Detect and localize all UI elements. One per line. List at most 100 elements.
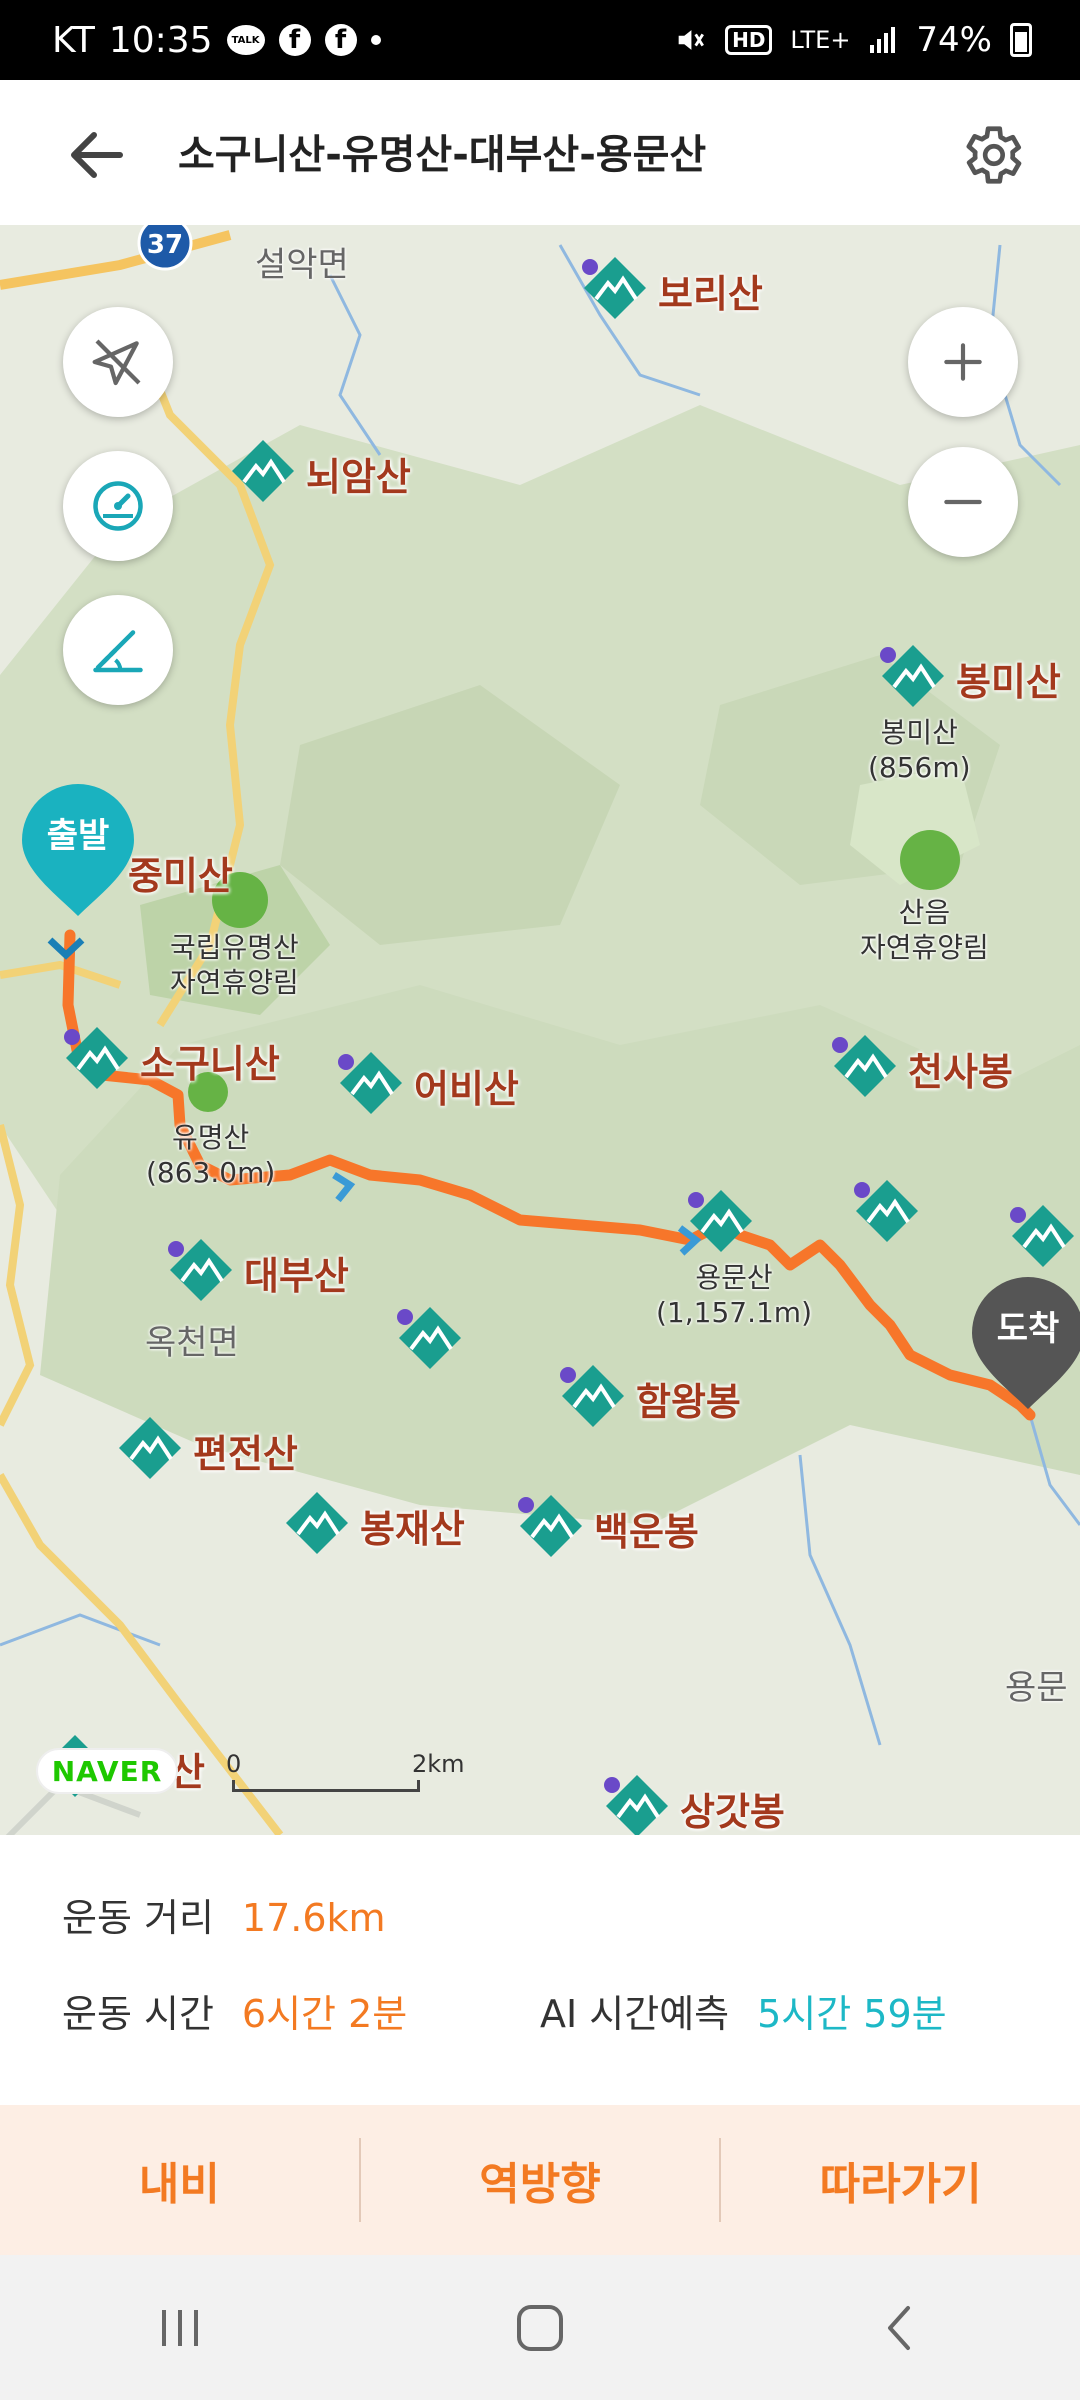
mountain-icon bbox=[62, 1025, 132, 1095]
start-marker-label: 출발 bbox=[46, 816, 110, 856]
reverse-button[interactable]: 역방향 bbox=[361, 2105, 720, 2255]
map-scale: 0 2km bbox=[222, 1750, 472, 1800]
back-button[interactable] bbox=[62, 120, 132, 190]
home-icon bbox=[517, 2304, 563, 2351]
time-row: 운동 시간 6시간 2분 bbox=[62, 1983, 407, 2038]
system-back-button[interactable] bbox=[840, 2278, 960, 2378]
mountain-icon bbox=[558, 1363, 628, 1433]
peak-label: 편전산 bbox=[193, 1431, 298, 1476]
end-marker[interactable]: 도착 bbox=[968, 1273, 1080, 1413]
start-marker[interactable]: 출발 bbox=[18, 780, 138, 920]
peak-label: 소구니산 bbox=[140, 1041, 280, 1086]
speedometer-icon bbox=[93, 481, 143, 531]
mountain-icon bbox=[602, 1773, 672, 1835]
clock: 10:35 bbox=[108, 19, 213, 61]
ai-estimate-label: AI 시간예측 bbox=[540, 1992, 730, 2036]
peak-label: 대부산 bbox=[244, 1253, 349, 1298]
notification-dot-icon bbox=[370, 35, 381, 45]
mountain-icon bbox=[580, 255, 650, 325]
distance-label: 운동 거리 bbox=[62, 1896, 214, 1940]
recent-apps-button[interactable] bbox=[120, 2278, 240, 2378]
mountain-icon bbox=[1008, 1203, 1078, 1273]
place-label: 옥천면 bbox=[145, 1323, 239, 1363]
mountain-icon bbox=[878, 643, 948, 713]
peak-marker[interactable]: 소구니산 bbox=[62, 1025, 280, 1095]
minus-icon bbox=[944, 499, 982, 505]
place-label: 용문 bbox=[1005, 1668, 1068, 1708]
peak-marker[interactable]: 편전산 bbox=[115, 1415, 298, 1485]
peak-marker[interactable]: 봉미산 bbox=[878, 643, 1061, 713]
peak-marker[interactable] bbox=[1008, 1203, 1078, 1273]
battery-percent: 74% bbox=[916, 20, 992, 60]
road-badge: 37 bbox=[147, 230, 183, 260]
map-view[interactable]: 37 설악면 옥천면 용문 봉미산 (856m) 산음 자연휴양림 국립유명산 자연휴… bbox=[0, 225, 1080, 1835]
peak-info-label: 용문산 (1,157.1m) bbox=[656, 1261, 812, 1329]
peak-marker[interactable]: 봉재산 bbox=[282, 1490, 465, 1560]
peak-marker[interactable]: 상갓봉 bbox=[602, 1773, 785, 1835]
chevron-left-icon bbox=[888, 2305, 910, 2350]
location-off-icon bbox=[92, 339, 141, 386]
peak-marker[interactable]: 천사봉 bbox=[830, 1033, 1013, 1103]
peak-marker[interactable] bbox=[395, 1305, 465, 1375]
home-button[interactable] bbox=[480, 2278, 600, 2378]
route-summary-sheet: 운동 거리 17.6km 운동 시간 6시간 2분 AI 시간예측 5시간 59… bbox=[0, 1835, 1080, 2105]
arrow-left-icon bbox=[71, 132, 123, 178]
navi-button[interactable]: 내비 bbox=[0, 2105, 359, 2255]
status-bar: KT 10:35 TALK f f HD LTE+ 74% bbox=[0, 0, 1080, 80]
peak-marker[interactable]: 어비산 bbox=[336, 1050, 519, 1120]
recent-apps-icon bbox=[162, 2309, 198, 2346]
mountain-icon bbox=[686, 1188, 756, 1258]
elevation-button[interactable] bbox=[63, 595, 173, 705]
peak-label: 뇌암산 bbox=[306, 454, 411, 499]
scale-start: 0 bbox=[226, 1750, 242, 1778]
peak-label: 천사봉 bbox=[908, 1049, 1013, 1094]
signal-icon bbox=[868, 25, 898, 55]
forest-label: 산음 자연휴양림 bbox=[860, 896, 989, 964]
peak-label: 백운봉 bbox=[594, 1509, 699, 1554]
mountain-icon bbox=[166, 1237, 236, 1307]
network-type: LTE+ bbox=[790, 26, 851, 54]
ai-estimate-value: 5시간 59분 bbox=[757, 1992, 947, 2036]
peak-label: 봉미산 bbox=[956, 659, 1061, 704]
peak-marker[interactable]: 보리산 bbox=[580, 255, 763, 325]
facebook-icon: f bbox=[278, 24, 311, 56]
hd-voice-icon: HD bbox=[725, 25, 773, 55]
scale-end: 2km bbox=[412, 1750, 465, 1778]
peak-marker[interactable] bbox=[686, 1188, 756, 1258]
carrier-label: KT bbox=[52, 19, 95, 61]
place-label: 설악면 bbox=[255, 245, 349, 285]
peak-label: 보리산 bbox=[658, 271, 763, 316]
gear-icon bbox=[966, 126, 1022, 184]
peak-marker[interactable]: 뇌암산 bbox=[228, 438, 411, 508]
distance-row: 운동 거리 17.6km bbox=[62, 1887, 386, 1942]
peak-label: 상갓봉 bbox=[680, 1789, 785, 1834]
peak-marker[interactable]: 함왕봉 bbox=[558, 1363, 741, 1433]
peak-info-label: 봉미산 (856m) bbox=[868, 716, 971, 784]
time-label: 운동 시간 bbox=[62, 1992, 214, 2036]
speedometer-button[interactable] bbox=[63, 451, 173, 561]
plus-icon bbox=[944, 343, 982, 381]
peak-label: 중미산 bbox=[128, 854, 233, 898]
mountain-icon bbox=[115, 1415, 185, 1485]
kakaotalk-icon: TALK bbox=[226, 25, 265, 55]
mountain-icon bbox=[228, 438, 298, 508]
mountain-icon bbox=[336, 1050, 406, 1120]
scale-bar bbox=[232, 1780, 420, 1792]
peak-marker[interactable] bbox=[852, 1178, 922, 1248]
end-marker-label: 도착 bbox=[996, 1309, 1060, 1349]
follow-button[interactable]: 따라가기 bbox=[721, 2105, 1080, 2255]
peak-marker[interactable]: 백운봉 bbox=[516, 1493, 699, 1563]
zoom-out-button[interactable] bbox=[908, 447, 1018, 557]
app-header: 소구니산-유명산-대부산-용문산 bbox=[0, 80, 1080, 225]
peak-marker[interactable]: 대부산 bbox=[166, 1237, 349, 1307]
mountain-icon bbox=[516, 1493, 586, 1563]
peak-label: 함왕봉 bbox=[636, 1379, 741, 1424]
gps-off-button[interactable] bbox=[63, 307, 173, 417]
peak-info-label: 유명산 (863.0m) bbox=[146, 1121, 276, 1189]
peak-label: 봉재산 bbox=[360, 1506, 465, 1551]
page-title: 소구니산-유명산-대부산-용문산 bbox=[178, 132, 707, 178]
slope-icon bbox=[93, 630, 143, 673]
settings-button[interactable] bbox=[956, 120, 1026, 190]
system-nav-bar bbox=[0, 2255, 1080, 2400]
zoom-in-button[interactable] bbox=[908, 307, 1018, 417]
